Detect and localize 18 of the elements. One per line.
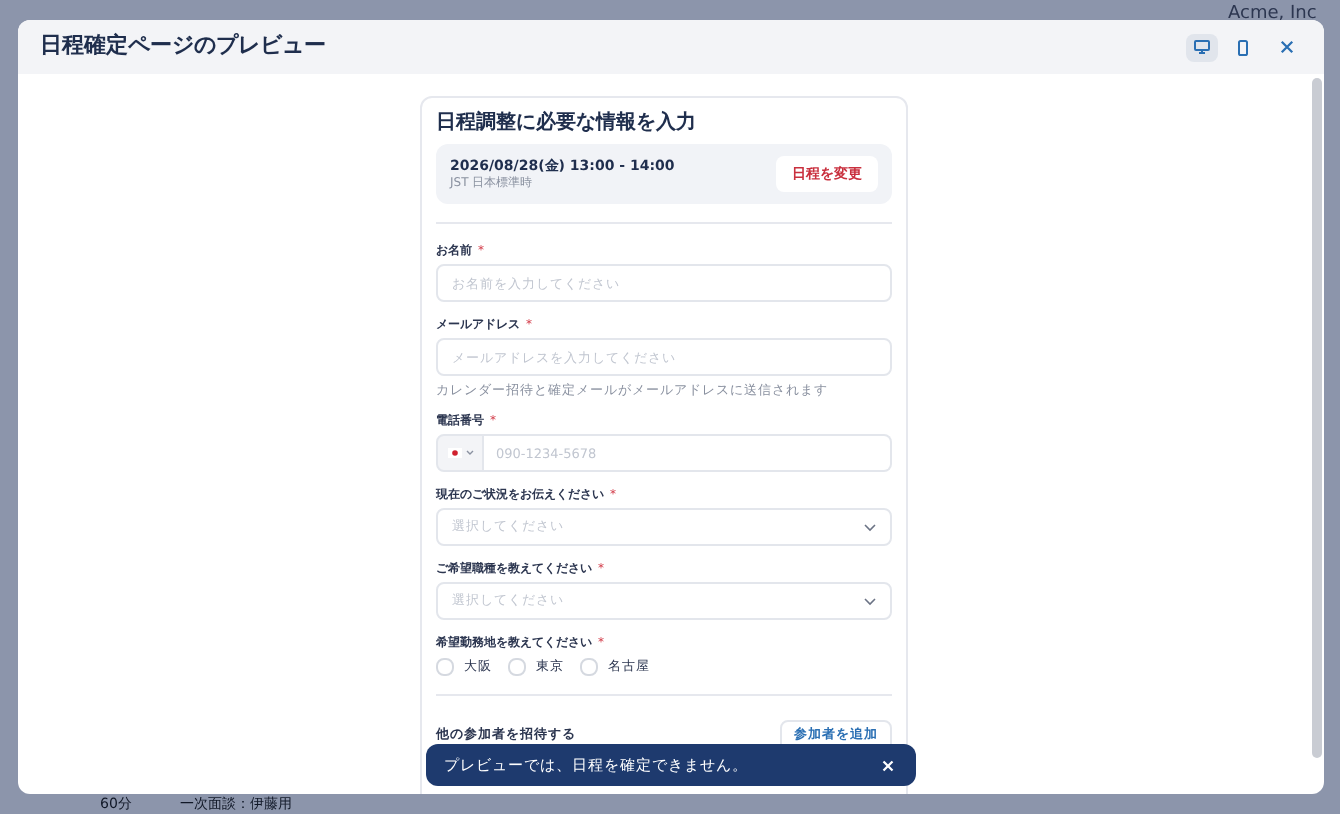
scrollbar[interactable] xyxy=(1312,78,1322,758)
org-name: Acme, Inc xyxy=(1228,2,1317,28)
country-code-dropdown[interactable] xyxy=(436,434,484,472)
form-heading: 日程調整に必要な情報を入力 xyxy=(436,110,698,138)
flag-icon xyxy=(447,448,461,458)
close-button[interactable] xyxy=(878,755,898,775)
checkbox[interactable] xyxy=(436,658,454,677)
close-icon xyxy=(1279,40,1293,54)
close-icon xyxy=(882,759,894,771)
desktop-view-button[interactable] xyxy=(1186,33,1218,61)
monitor-icon xyxy=(1194,40,1210,54)
checkbox[interactable] xyxy=(580,658,598,677)
phone-icon xyxy=(1237,39,1247,55)
chevron-down-icon xyxy=(465,450,473,456)
chevron-down-icon xyxy=(864,597,876,605)
modal-title: 日程確定ページのプレビュー xyxy=(40,30,326,63)
checkbox[interactable] xyxy=(508,658,526,677)
chevron-down-icon xyxy=(864,523,876,531)
